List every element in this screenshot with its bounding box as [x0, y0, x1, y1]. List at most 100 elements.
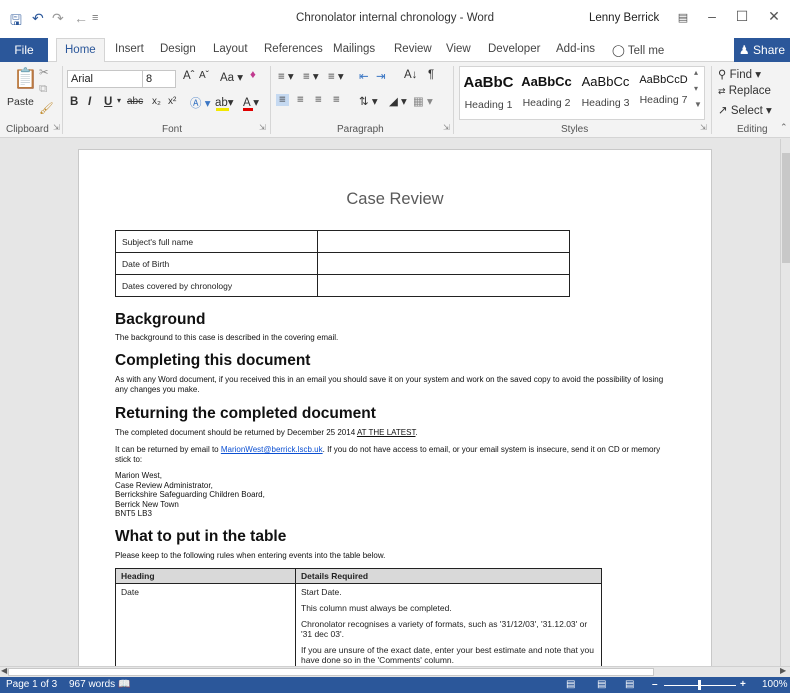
- text-effects-icon[interactable]: Ⓐ ▾: [190, 95, 210, 111]
- multilevel-list-icon[interactable]: ≡ ▾: [328, 69, 344, 83]
- document-page[interactable]: Case Review Subject's full name Date of …: [78, 149, 712, 666]
- paste-button[interactable]: Paste: [7, 96, 34, 108]
- highlight-icon[interactable]: ab▾: [215, 95, 234, 109]
- styles-scroll-down-icon[interactable]: ▾: [694, 84, 698, 93]
- back-icon[interactable]: ←: [74, 10, 88, 26]
- close-icon[interactable]: ✕: [759, 8, 789, 25]
- scroll-thumb[interactable]: [8, 668, 654, 676]
- read-mode-icon[interactable]: ▤: [566, 679, 575, 690]
- align-center-icon[interactable]: ≡: [297, 94, 304, 106]
- undo-icon[interactable]: ↶: [32, 10, 44, 27]
- style-heading-2[interactable]: AaBbCc Heading 2: [519, 66, 574, 118]
- increase-indent-icon[interactable]: ⇥: [376, 69, 386, 83]
- grow-font-icon[interactable]: Aˆ: [183, 70, 195, 82]
- table-cell-input[interactable]: [317, 230, 570, 253]
- italic-icon[interactable]: I: [88, 96, 91, 108]
- zoom-level[interactable]: 100%: [762, 679, 788, 690]
- page-count[interactable]: Page 1 of 3: [6, 679, 57, 690]
- tab-review[interactable]: Review: [394, 43, 432, 55]
- styles-launcher-icon[interactable]: ⇲: [700, 123, 707, 132]
- underline-icon[interactable]: U: [104, 96, 112, 108]
- table-cell-input[interactable]: [317, 252, 570, 275]
- shading-icon[interactable]: ◢ ▾: [389, 94, 407, 108]
- address-line: Case Review Administrator,: [115, 480, 213, 490]
- user-name[interactable]: Lenny Berrick: [589, 12, 659, 24]
- justify-icon[interactable]: ≡: [333, 94, 340, 106]
- copy-icon[interactable]: ⧉: [39, 83, 47, 96]
- bold-icon[interactable]: B: [70, 96, 78, 108]
- line-spacing-icon[interactable]: ⇅ ▾: [359, 94, 378, 108]
- zoom-out-icon[interactable]: –: [652, 679, 658, 690]
- borders-icon[interactable]: ▦ ▾: [413, 94, 433, 108]
- bullets-icon[interactable]: ≡ ▾: [278, 69, 294, 83]
- tab-home[interactable]: Home: [56, 38, 105, 63]
- paragraph: The background to this case is described…: [115, 333, 339, 342]
- clipboard-launcher-icon[interactable]: ⇲: [53, 123, 60, 132]
- horizontal-scrollbar[interactable]: ◀ ▶: [0, 666, 790, 677]
- ribbon-display-icon[interactable]: ▤: [668, 11, 698, 24]
- print-layout-icon[interactable]: ▤: [597, 679, 606, 690]
- sort-icon[interactable]: A↓: [404, 69, 417, 81]
- vertical-scrollbar[interactable]: [780, 139, 790, 666]
- scroll-thumb[interactable]: [782, 153, 790, 263]
- underline-dropdown-icon[interactable]: ▾: [117, 96, 121, 105]
- select-button[interactable]: ↗ Select ▾: [718, 103, 772, 117]
- style-heading-1[interactable]: AaBbC Heading 1: [461, 66, 516, 118]
- redo-icon[interactable]: ↷: [52, 10, 64, 27]
- replace-button[interactable]: ⇄ Replace: [718, 85, 771, 97]
- share-button[interactable]: ♟ Share: [734, 38, 790, 62]
- strikethrough-icon[interactable]: abc: [127, 96, 143, 107]
- superscript-icon[interactable]: x²: [168, 96, 176, 107]
- minimize-icon[interactable]: –: [697, 8, 727, 24]
- tab-addins[interactable]: Add-ins: [556, 43, 595, 55]
- change-case-icon[interactable]: Aa ▾: [220, 70, 243, 84]
- tab-file[interactable]: File: [0, 38, 48, 62]
- proofing-icon[interactable]: 📖: [118, 679, 130, 690]
- align-right-icon[interactable]: ≡: [315, 94, 322, 106]
- clear-formatting-icon[interactable]: ♦: [250, 69, 256, 81]
- style-heading-3[interactable]: AaBbCc Heading 3: [578, 66, 633, 118]
- tab-insert[interactable]: Insert: [115, 43, 144, 55]
- font-name-box[interactable]: Arial: [67, 70, 147, 88]
- table-cell: Date: [115, 583, 296, 666]
- numbering-icon[interactable]: ≡ ▾: [303, 69, 319, 83]
- scroll-left-icon[interactable]: ◀: [1, 666, 7, 675]
- web-layout-icon[interactable]: ▤: [625, 679, 634, 690]
- decrease-indent-icon[interactable]: ⇤: [359, 69, 369, 83]
- find-button[interactable]: ⚲ Find ▾: [718, 67, 761, 81]
- customize-qat-icon[interactable]: ≡: [92, 12, 98, 24]
- styles-scroll-up-icon[interactable]: ▴: [694, 68, 698, 77]
- tab-mailings[interactable]: Mailings: [333, 43, 375, 55]
- font-size-box[interactable]: 8: [142, 70, 176, 88]
- shrink-font-icon[interactable]: Aˇ: [199, 70, 209, 81]
- align-left-icon[interactable]: ≡: [276, 94, 289, 106]
- format-painter-icon[interactable]: 🖌: [39, 101, 54, 115]
- select-label: Select: [730, 105, 763, 117]
- tab-layout[interactable]: Layout: [213, 43, 248, 55]
- collapse-ribbon-icon[interactable]: ⌃: [780, 122, 788, 133]
- save-icon[interactable]: 🖫: [10, 10, 22, 34]
- maximize-icon[interactable]: ☐: [727, 8, 757, 25]
- paragraph-launcher-icon[interactable]: ⇲: [443, 123, 450, 132]
- deadline-emphasis: AT THE LATEST: [356, 428, 416, 437]
- tell-me[interactable]: ◯ Tell me: [612, 43, 664, 57]
- show-marks-icon[interactable]: ¶: [428, 69, 434, 81]
- style-heading-7[interactable]: AaBbCcD Heading 7: [636, 66, 691, 118]
- font-color-icon[interactable]: A ▾: [243, 95, 259, 109]
- paste-icon[interactable]: 📋: [13, 66, 38, 91]
- styles-more-icon[interactable]: ▼: [694, 100, 702, 109]
- subscript-icon[interactable]: x₂: [152, 96, 161, 107]
- font-launcher-icon[interactable]: ⇲: [259, 123, 266, 132]
- zoom-slider-thumb[interactable]: [698, 680, 701, 690]
- address-line: BNT5 LB3: [115, 509, 152, 518]
- word-count[interactable]: 967 words: [69, 679, 115, 690]
- tab-developer[interactable]: Developer: [488, 43, 540, 55]
- tab-view[interactable]: View: [446, 43, 471, 55]
- cut-icon[interactable]: ✂: [39, 65, 49, 79]
- table-cell-input[interactable]: [317, 274, 570, 297]
- tab-design[interactable]: Design: [160, 43, 196, 55]
- zoom-in-icon[interactable]: +: [740, 679, 746, 690]
- scroll-right-icon[interactable]: ▶: [780, 666, 786, 675]
- tab-references[interactable]: References: [264, 43, 323, 55]
- email-link[interactable]: MarionWest@berrick.lscb.uk: [221, 445, 323, 454]
